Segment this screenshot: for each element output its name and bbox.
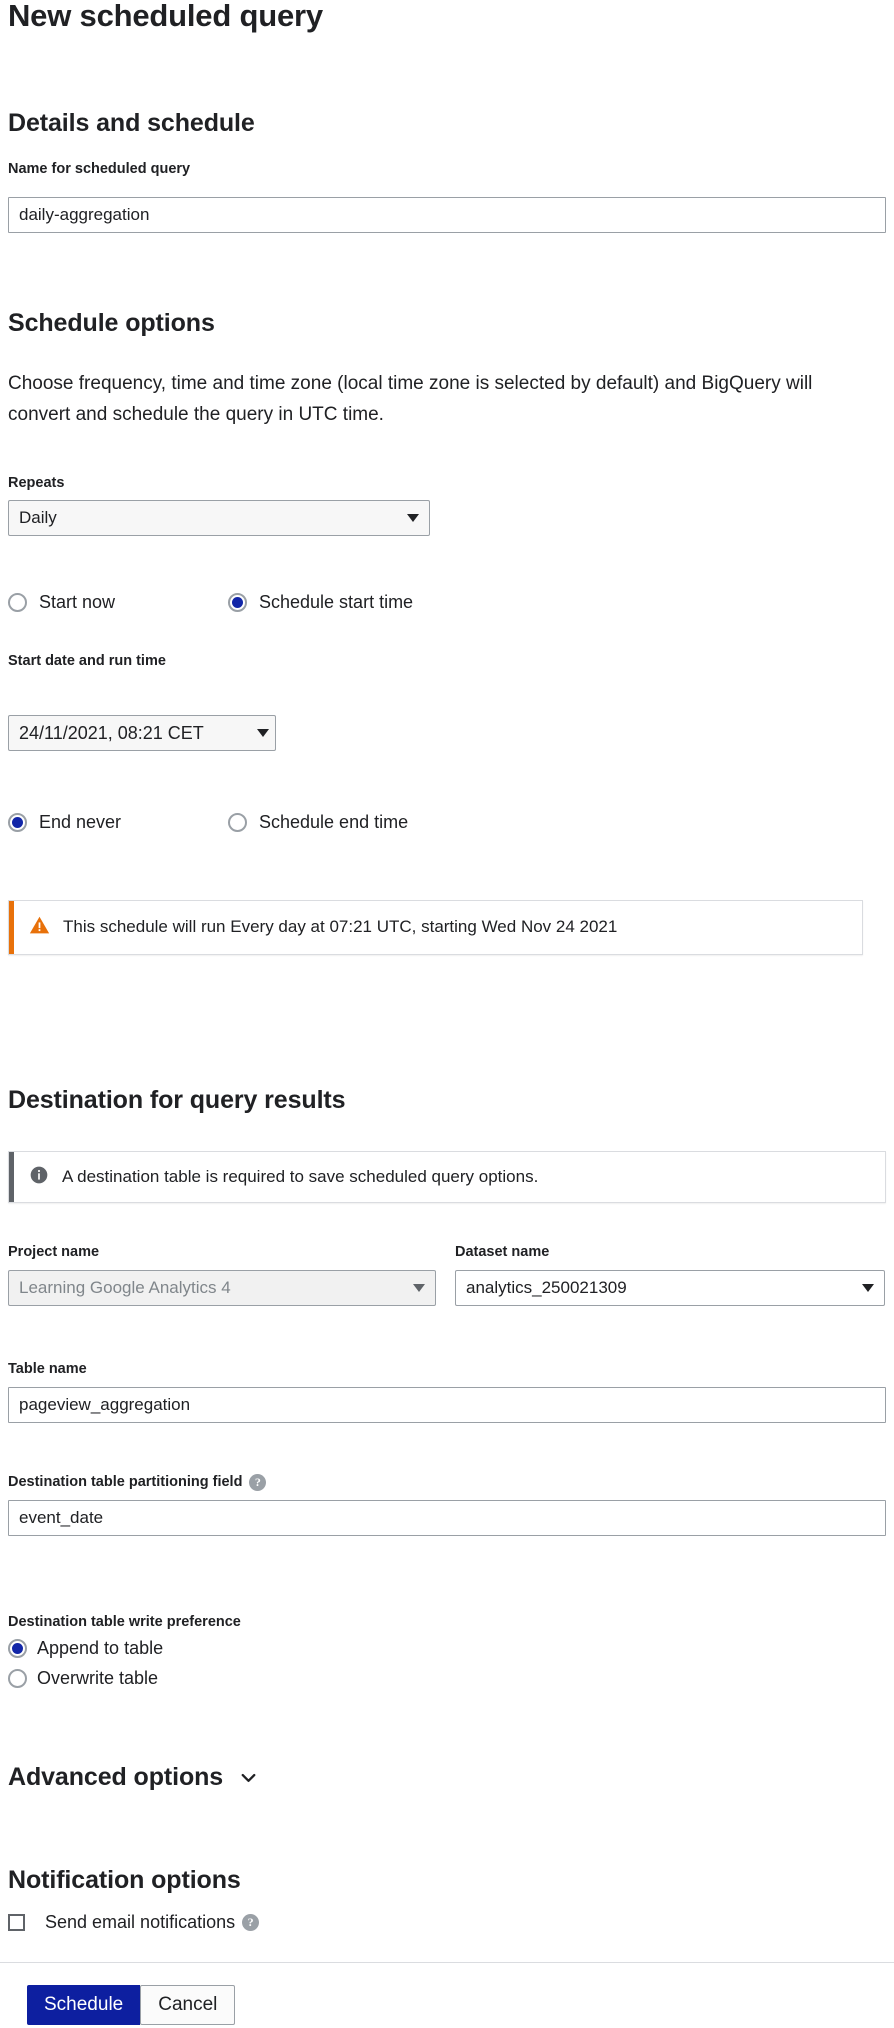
append-to-table-label: Append to table	[37, 1638, 164, 1658]
partition-field-label: Destination table partitioning field	[8, 1474, 243, 1490]
schedule-start-time-radio[interactable]	[228, 592, 247, 612]
name-field-label: Name for scheduled query	[8, 161, 191, 177]
chevron-down-icon	[257, 729, 269, 737]
chevron-down-icon	[862, 1284, 874, 1292]
dataset-name-select[interactable]: analytics_250021309	[455, 1270, 885, 1306]
page-title: New scheduled query	[8, 0, 323, 33]
cancel-button[interactable]: Cancel	[140, 1985, 236, 2025]
info-accent-bar	[9, 1152, 14, 1202]
append-to-table-radio-option[interactable]: Append to table	[8, 1638, 163, 1658]
warning-accent-bar	[9, 901, 14, 954]
schedule-summary-warning-banner: This schedule will run Every day at 07:2…	[8, 900, 863, 955]
chevron-down-icon	[413, 1284, 425, 1292]
overwrite-table-label: Overwrite table	[37, 1668, 159, 1688]
help-circle-icon[interactable]: ?	[242, 1913, 260, 1931]
end-never-radio-option[interactable]: End never	[8, 812, 121, 832]
start-now-radio-option[interactable]: Start now	[8, 592, 115, 612]
start-now-radio[interactable]	[8, 592, 27, 612]
send-email-notifications-row[interactable]: Send email notifications ?	[8, 1912, 260, 1932]
schedule-options-section-title: Schedule options	[8, 309, 215, 337]
schedule-options-description: Choose frequency, time and time zone (lo…	[8, 373, 813, 425]
write-preference-label: Destination table write preference	[8, 1614, 241, 1630]
append-to-table-radio[interactable]	[8, 1638, 27, 1658]
schedule-start-time-radio-option[interactable]: Schedule start time	[228, 592, 413, 612]
schedule-button[interactable]: Schedule	[27, 1985, 141, 2025]
repeats-label: Repeats	[8, 475, 65, 491]
schedule-summary-warning-text: This schedule will run Every day at 07:2…	[63, 917, 618, 936]
repeats-select[interactable]: Daily	[8, 500, 430, 536]
end-never-label: End never	[39, 812, 122, 832]
send-email-notifications-label: Send email notifications	[45, 1912, 236, 1932]
help-circle-icon[interactable]: ?	[249, 1473, 267, 1491]
schedule-end-time-radio[interactable]	[228, 812, 247, 832]
schedule-start-time-label: Schedule start time	[259, 592, 414, 612]
destination-required-info-text: A destination table is required to save …	[62, 1167, 539, 1186]
send-email-notifications-checkbox[interactable]	[8, 1913, 25, 1931]
table-name-label: Table name	[8, 1361, 87, 1377]
dataset-name-value: analytics_250021309	[466, 1278, 627, 1297]
chevron-down-icon	[407, 514, 419, 522]
dataset-name-label: Dataset name	[455, 1244, 550, 1260]
project-name-value: Learning Google Analytics 4	[19, 1278, 231, 1297]
table-name-input[interactable]	[8, 1387, 886, 1423]
overwrite-table-radio-option[interactable]: Overwrite table	[8, 1668, 158, 1688]
schedule-end-time-radio-option[interactable]: Schedule end time	[228, 812, 408, 832]
project-name-select[interactable]: Learning Google Analytics 4	[8, 1270, 436, 1306]
project-name-label: Project name	[8, 1244, 100, 1260]
partition-field-input[interactable]	[8, 1500, 886, 1536]
schedule-end-time-label: Schedule end time	[259, 812, 409, 832]
start-date-time-value: 24/11/2021, 08:21 CET	[19, 722, 204, 743]
start-date-label: Start date and run time	[8, 653, 166, 669]
overwrite-table-radio[interactable]	[8, 1668, 27, 1688]
repeats-selected-value: Daily	[19, 508, 57, 527]
scheduled-query-name-input[interactable]	[8, 197, 886, 233]
advanced-options-toggle[interactable]: Advanced options	[8, 1762, 260, 1792]
start-now-label: Start now	[39, 592, 116, 612]
start-date-time-picker[interactable]: 24/11/2021, 08:21 CET	[8, 715, 276, 751]
chevron-down-icon[interactable]	[237, 1766, 260, 1789]
destination-required-info-banner: A destination table is required to save …	[8, 1151, 886, 1203]
details-section-title: Details and schedule	[8, 109, 255, 137]
end-never-radio[interactable]	[8, 812, 27, 832]
notification-options-section-title: Notification options	[8, 1866, 241, 1894]
warning-triangle-icon	[29, 915, 50, 941]
destination-section-title: Destination for query results	[8, 1086, 346, 1114]
footer-divider	[0, 1962, 894, 1963]
advanced-options-title: Advanced options	[8, 1763, 224, 1791]
info-circle-icon	[29, 1165, 49, 1190]
